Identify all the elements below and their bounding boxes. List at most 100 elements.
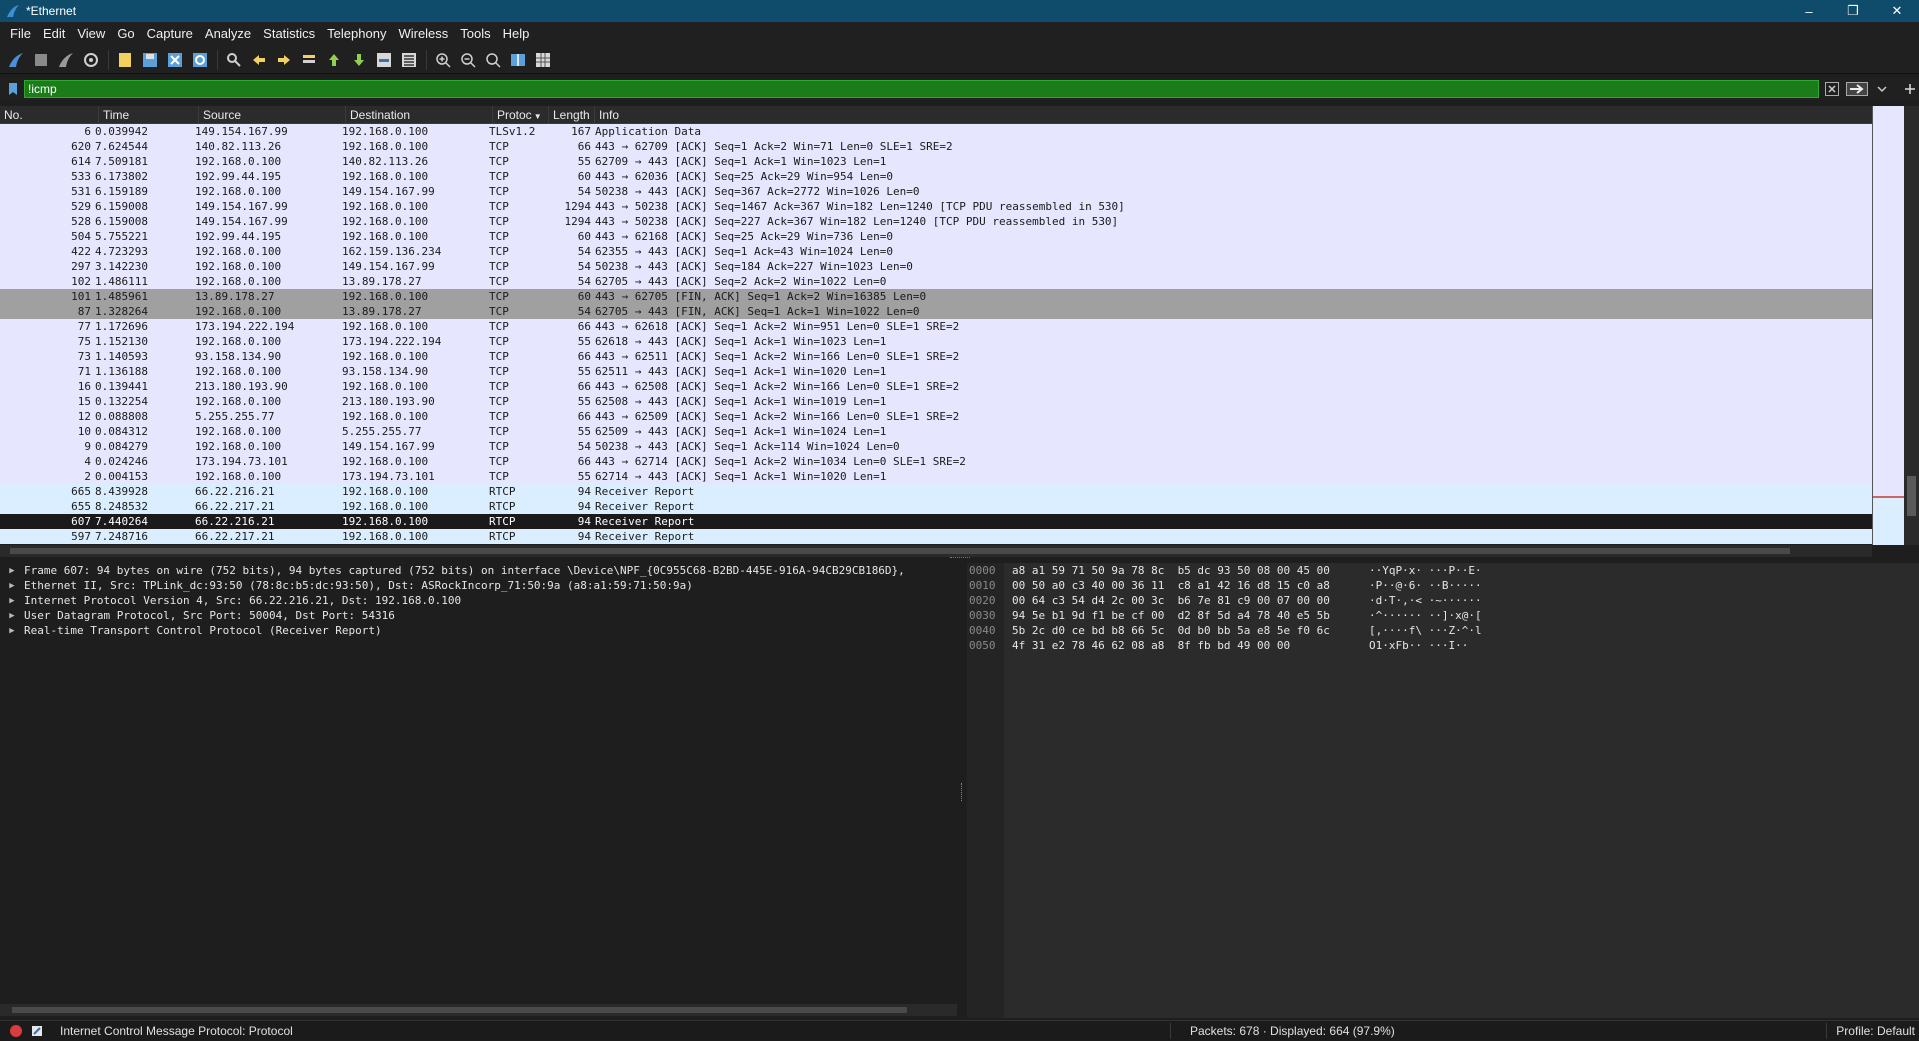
menu-file[interactable]: File — [4, 22, 37, 46]
packet-row[interactable]: 297 3.142230 192.168.0.100 149.154.167.99 TC… — [0, 259, 1872, 274]
menu-analyze[interactable]: Analyze — [199, 22, 257, 46]
packet-row[interactable]: 597 7.248716 66.22.217.21 192.168.0.100 RTCP… — [0, 529, 1872, 544]
column-length[interactable]: Length — [549, 106, 595, 123]
packet-row[interactable]: 528 6.159008 149.154.167.99 192.168.0.100 TC… — [0, 214, 1872, 229]
column-protocol[interactable]: Protoc ▼ — [493, 106, 549, 123]
normal-size-icon[interactable] — [483, 50, 503, 70]
menu-go[interactable]: Go — [111, 22, 140, 46]
packet-row[interactable]: 2 0.004153 192.168.0.100 173.194.73.101 TCP 5… — [0, 469, 1872, 484]
zoom-out-icon[interactable] — [458, 50, 478, 70]
capture-comment-icon[interactable] — [30, 1024, 44, 1038]
byte-ascii[interactable]: O1·xFb·· ···I·· — [1369, 638, 1468, 653]
pane-splitter[interactable] — [950, 557, 970, 561]
expert-info-icon[interactable] — [10, 1025, 22, 1037]
packet-row[interactable]: 422 4.723293 192.168.0.100 162.159.136.234 T… — [0, 244, 1872, 259]
detail-tree-item[interactable]: ▶ Frame 607: 94 bytes on wire (752 bits),… — [0, 563, 957, 578]
colorize-icon[interactable] — [399, 50, 419, 70]
clear-x-icon[interactable] — [1823, 80, 1841, 98]
column-info[interactable]: Info — [595, 106, 1872, 123]
go-first-icon[interactable] — [324, 50, 344, 70]
packet-row[interactable]: 77 1.172696 173.194.222.194 192.168.0.100 TC… — [0, 319, 1872, 334]
go-to-packet-icon[interactable] — [299, 50, 319, 70]
menu-edit[interactable]: Edit — [37, 22, 71, 46]
packet-row[interactable]: 101 1.485961 13.89.178.27 192.168.0.100 TCP 6… — [0, 289, 1872, 304]
packet-row[interactable]: 73 1.140593 93.158.134.90 192.168.0.100 TCP 6… — [0, 349, 1872, 364]
menu-view[interactable]: View — [71, 22, 111, 46]
close-button[interactable]: ✕ — [1875, 0, 1919, 22]
restart-shark-icon[interactable] — [56, 50, 76, 70]
packet-row[interactable]: 533 6.173802 192.99.44.195 192.168.0.100 TCP… — [0, 169, 1872, 184]
details-hscrollbar[interactable] — [0, 1004, 957, 1016]
menu-statistics[interactable]: Statistics — [257, 22, 321, 46]
apply-arrow-icon[interactable] — [1845, 80, 1869, 98]
packet-row[interactable]: 4 0.024246 173.194.73.101 192.168.0.100 TCP 6… — [0, 454, 1872, 469]
shark-fin-start-icon[interactable] — [6, 50, 26, 70]
byte-ascii[interactable]: ··YqP·x· ···P··E· — [1369, 563, 1482, 578]
splitter-grip[interactable] — [961, 783, 963, 801]
minimize-button[interactable]: – — [1787, 0, 1831, 22]
go-forward-icon[interactable] — [274, 50, 294, 70]
byte-hex[interactable]: 00 64 c3 54 d4 2c 00 3c b6 7e 81 c9 00 0… — [1012, 593, 1330, 608]
packet-row[interactable]: 531 6.159189 192.168.0.100 149.154.167.99 TC… — [0, 184, 1872, 199]
capture-options-icon[interactable] — [81, 50, 101, 70]
menu-telephony[interactable]: Telephony — [321, 22, 392, 46]
close-file-icon[interactable] — [165, 50, 185, 70]
menu-help[interactable]: Help — [497, 22, 536, 46]
reload-file-icon[interactable] — [190, 50, 210, 70]
byte-hex[interactable]: a8 a1 59 71 50 9a 78 8c b5 dc 93 50 08 0… — [1012, 563, 1330, 578]
packet-row[interactable]: 71 1.136188 192.168.0.100 93.158.134.90 TCP 5… — [0, 364, 1872, 379]
status-profile[interactable]: Profile: Default — [1836, 1024, 1915, 1038]
column-no[interactable]: No. — [0, 106, 99, 123]
details-bytes-splitter[interactable] — [957, 563, 967, 1018]
expand-arrow-icon[interactable]: ▶ — [0, 596, 24, 606]
byte-ascii[interactable]: ·d·T·,·< ·~······ — [1369, 593, 1482, 608]
byte-hex[interactable]: 5b 2c d0 ce bd b8 66 5c 0d b0 bb 5a e8 5… — [1012, 623, 1330, 638]
column-time[interactable]: Time — [99, 106, 199, 123]
packet-row[interactable]: 614 7.509181 192.168.0.100 140.82.113.26 TCP… — [0, 154, 1872, 169]
menu-capture[interactable]: Capture — [141, 22, 199, 46]
hscrollbar-thumb[interactable] — [10, 548, 1790, 554]
scrollbar-thumb[interactable] — [1907, 476, 1916, 516]
byte-ascii[interactable]: ·P··@·6· ··B····· — [1369, 578, 1482, 593]
detail-tree-item[interactable]: ▶ User Datagram Protocol, Src Port: 50004… — [0, 608, 957, 623]
packet-row[interactable]: 9 0.084279 192.168.0.100 149.154.167.99 TCP 5… — [0, 439, 1872, 454]
save-file-icon[interactable] — [140, 50, 160, 70]
layout-grid-icon[interactable] — [533, 50, 553, 70]
find-packet-icon[interactable] — [224, 50, 244, 70]
packet-row[interactable]: 6 0.039942 149.154.167.99 192.168.0.100 TLSv… — [0, 124, 1872, 139]
packet-row[interactable]: 87 1.328264 192.168.0.100 13.89.178.27 TCP 54… — [0, 304, 1872, 319]
go-back-icon[interactable] — [249, 50, 269, 70]
menu-tools[interactable]: Tools — [454, 22, 496, 46]
packet-list-hscrollbar[interactable] — [0, 545, 1872, 557]
packet-row[interactable]: 16 0.139441 213.180.193.90 192.168.0.100 TCP… — [0, 379, 1872, 394]
detail-tree-item[interactable]: ▶ Internet Protocol Version 4, Src: 66.22… — [0, 593, 957, 608]
autoscroll-icon[interactable] — [374, 50, 394, 70]
byte-hex[interactable]: 4f 31 e2 78 46 62 08 a8 8f fb bd 49 00 0… — [1012, 638, 1290, 653]
byte-hex[interactable]: 00 50 a0 c3 40 00 36 11 c8 a1 42 16 d8 1… — [1012, 578, 1330, 593]
byte-ascii[interactable]: ·^······ ··]·x@·[ — [1369, 608, 1482, 623]
packet-row[interactable]: 655 8.248532 66.22.217.21 192.168.0.100 RTCP… — [0, 499, 1872, 514]
packet-row[interactable]: 102 1.486111 192.168.0.100 13.89.178.27 TCP 5… — [0, 274, 1872, 289]
packet-row[interactable]: 504 5.755221 192.99.44.195 192.168.0.100 TCP… — [0, 229, 1872, 244]
expand-arrow-icon[interactable]: ▶ — [0, 566, 24, 576]
packet-minimap[interactable] — [1872, 106, 1905, 545]
byte-ascii[interactable]: [,····f\ ···Z·^·l — [1369, 623, 1482, 638]
hscrollbar-thumb[interactable] — [12, 1007, 907, 1013]
open-file-icon[interactable] — [115, 50, 135, 70]
packet-details-pane[interactable]: ▶ Frame 607: 94 bytes on wire (752 bits),… — [0, 563, 957, 1018]
detail-tree-item[interactable]: ▶ Ethernet II, Src: TPLink_dc:93:50 (78:8… — [0, 578, 957, 593]
stop-square-icon[interactable] — [31, 50, 51, 70]
menu-wireless[interactable]: Wireless — [392, 22, 454, 46]
packet-row[interactable]: 665 8.439928 66.22.216.21 192.168.0.100 RTCP… — [0, 484, 1872, 499]
chevron-down-icon[interactable] — [1873, 80, 1891, 98]
restore-button[interactable]: ❐ — [1831, 0, 1875, 22]
packet-row[interactable]: 15 0.132254 192.168.0.100 213.180.193.90 TCP… — [0, 394, 1872, 409]
resize-columns-icon[interactable] — [508, 50, 528, 70]
expand-arrow-icon[interactable]: ▶ — [0, 626, 24, 636]
expand-arrow-icon[interactable]: ▶ — [0, 611, 24, 621]
column-destination[interactable]: Destination — [346, 106, 493, 123]
expand-arrow-icon[interactable]: ▶ — [0, 581, 24, 591]
go-last-icon[interactable] — [349, 50, 369, 70]
packet-row[interactable]: 75 1.152130 192.168.0.100 173.194.222.194 TC… — [0, 334, 1872, 349]
packet-row[interactable]: 12 0.088808 5.255.255.77 192.168.0.100 TCP 66… — [0, 409, 1872, 424]
